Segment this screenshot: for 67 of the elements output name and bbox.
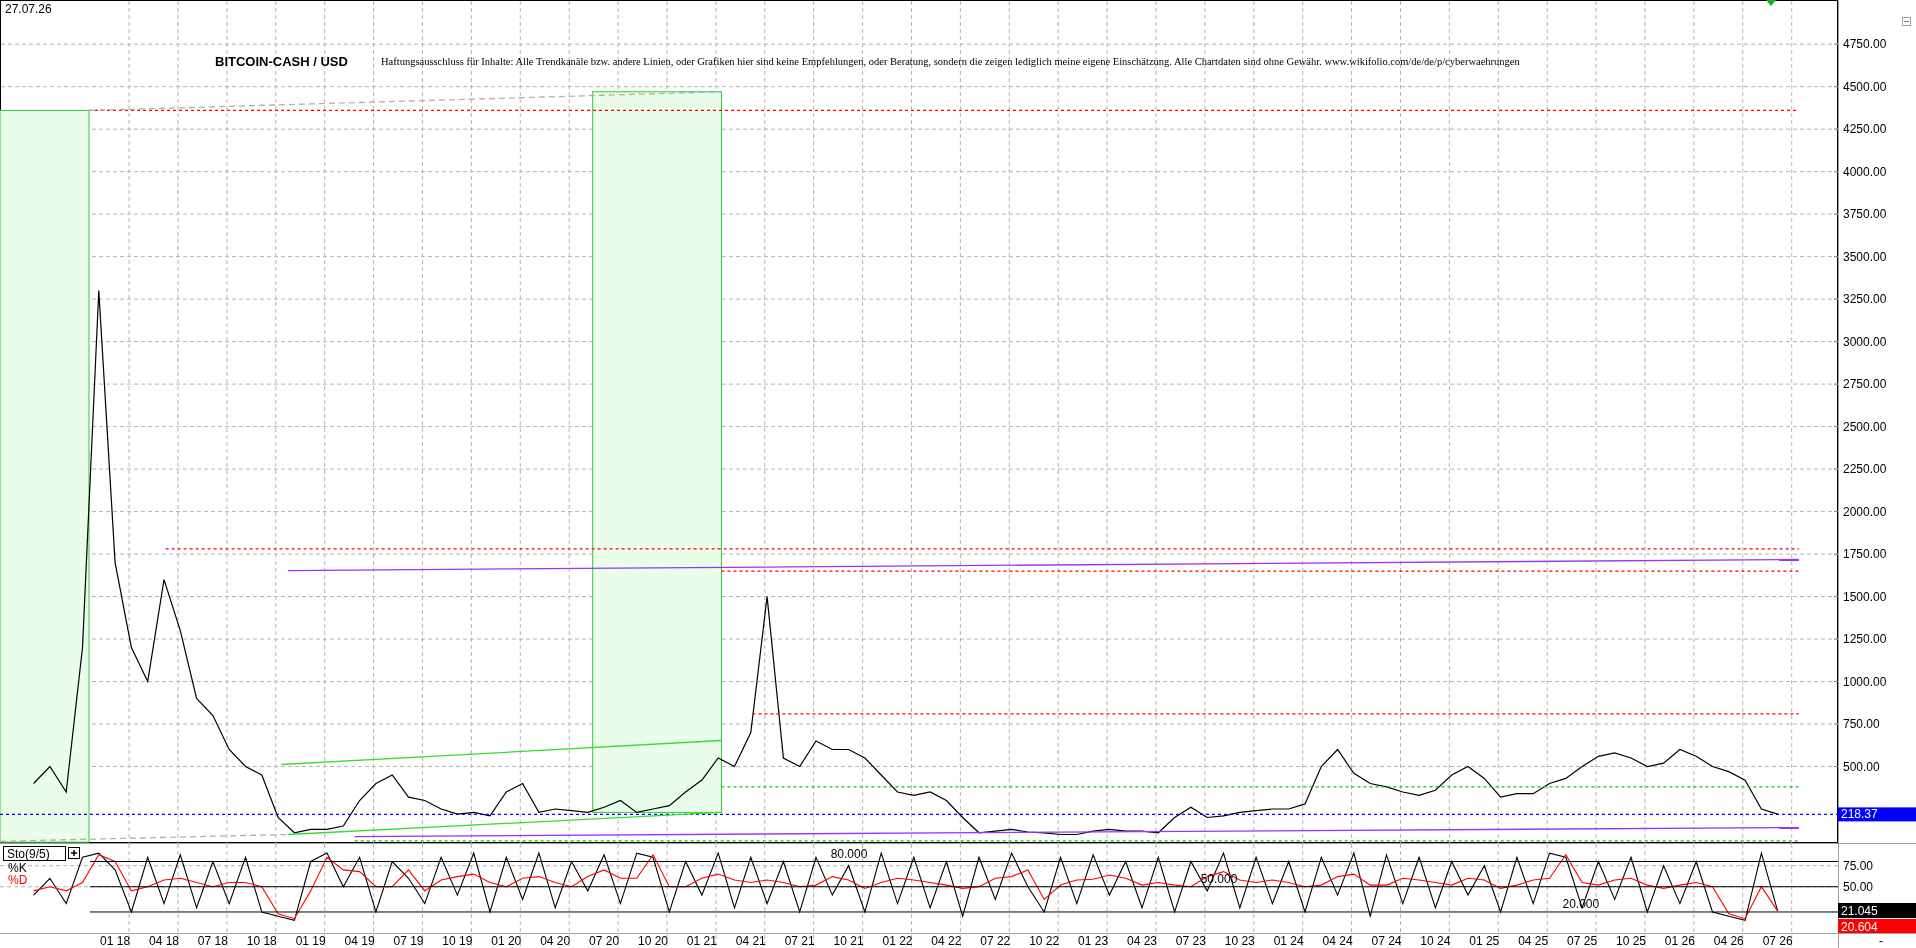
x-tick-label: 07 25: [1567, 934, 1598, 948]
x-tick-label: 01 20: [491, 934, 522, 948]
y-tick-label: 1000.00: [1843, 674, 1887, 689]
last-value-badge: 21.045: [1838, 903, 1916, 918]
x-tick-label: 01 22: [882, 934, 913, 948]
x-tick-label: 10 23: [1224, 934, 1255, 948]
y-tick-label: 3000.00: [1843, 334, 1887, 349]
x-tick-label: 07 19: [393, 934, 424, 948]
x-tick-label: 04 21: [735, 934, 766, 948]
y-tick-label: 750.00: [1843, 717, 1880, 732]
y-tick-label: 3500.00: [1843, 249, 1887, 264]
y-tick-label: 500.00: [1843, 759, 1880, 774]
x-tick-label: 01 23: [1078, 934, 1109, 948]
y-tick-label: 2000.00: [1843, 504, 1887, 519]
x-tick-label: 07 24: [1371, 934, 1402, 948]
x-tick-label: 10 25: [1615, 934, 1646, 948]
y-tick-label: 2250.00: [1843, 462, 1887, 477]
x-tick-label: 07 26: [1762, 934, 1793, 948]
y-tick-label: 3250.00: [1843, 292, 1887, 307]
marker-icon: [1766, 0, 1776, 6]
x-tick-label: 10 22: [1029, 934, 1060, 948]
x-tick-label: 04 19: [344, 934, 375, 948]
legend-label: %K: [8, 861, 27, 875]
y-tick-label: 2750.00: [1843, 377, 1887, 392]
y-tick-label: 4250.00: [1843, 122, 1887, 137]
x-tick-label: 04 24: [1322, 934, 1353, 948]
x-tick-label: 01 26: [1664, 934, 1695, 948]
x-tick-label: 01 21: [686, 934, 717, 948]
x-tick-label: 04 26: [1713, 934, 1744, 948]
x-tick-label: 01 19: [295, 934, 326, 948]
x-tick-label: 04 22: [931, 934, 962, 948]
x-tick-label: 04 18: [148, 934, 179, 948]
x-tick-label: 07 21: [784, 934, 815, 948]
x-tick-label: 10 18: [246, 934, 277, 948]
disclaimer-text: Haftungsausschluss für Inhalte: Alle Trendkanäle bzw. andere Linien, oder Grafiken hier sind keine Empfehlungen, oder Beratung, sondern die zeigen lediglich meine eigene Einschätzung. Alle Chartdaten sind ohne Gewähr. www.wikifolio.com/de/de/p/cyberwaehrungen: [381, 56, 1520, 67]
scroll-button[interactable]: -: [1879, 934, 1883, 948]
y-tick-label: 1500.00: [1843, 589, 1887, 604]
x-tick-label: 07 22: [980, 934, 1011, 948]
plus-icon[interactable]: [68, 847, 80, 859]
x-tick-label: 04 23: [1126, 934, 1157, 948]
y-tick-label: 3750.00: [1843, 207, 1887, 222]
y-tick-label: 50.00: [1843, 879, 1874, 894]
y-tick-label: 1750.00: [1843, 547, 1887, 562]
chart-title: BITCOIN-CASH / USD: [215, 54, 348, 69]
y-tick-label: 4500.00: [1843, 79, 1887, 94]
x-tick-label: 07 20: [589, 934, 620, 948]
x-tick-label: 04 25: [1518, 934, 1549, 948]
legend-label: %D: [8, 873, 28, 887]
chart-date: 27.07.26: [5, 2, 52, 16]
x-tick-label: 01 24: [1273, 934, 1304, 948]
collapse-icon[interactable]: [1902, 17, 1911, 26]
x-tick-label: 10 24: [1420, 934, 1451, 948]
x-tick-label: 01 25: [1469, 934, 1500, 948]
x-tick-label: 04 20: [540, 934, 571, 948]
last-price-badge: 218.37: [1838, 807, 1916, 822]
y-tick-label: 4750.00: [1843, 37, 1887, 52]
x-tick-label: 10 19: [442, 934, 473, 948]
y-tick-label: 1250.00: [1843, 632, 1887, 647]
level-label: 80.000: [830, 846, 868, 861]
y-tick-label: 75.00: [1843, 858, 1874, 873]
x-tick-label: 10 21: [833, 934, 864, 948]
x-tick-label: 07 18: [197, 934, 228, 948]
y-tick-label: 2500.00: [1843, 419, 1887, 434]
x-tick-label: 07 23: [1175, 934, 1206, 948]
y-tick-label: 4000.00: [1843, 164, 1887, 179]
x-tick-label: 01 18: [100, 934, 131, 948]
x-tick-label: 10 20: [637, 934, 668, 948]
